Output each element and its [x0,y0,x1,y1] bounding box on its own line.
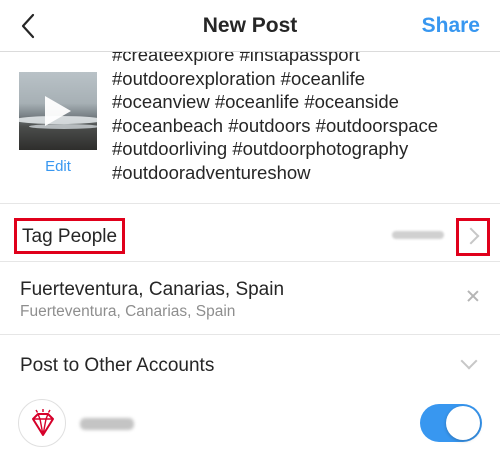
location-title: Fuerteventura, Canarias, Spain [20,279,285,300]
chevron-down-icon[interactable] [460,352,478,370]
avatar [18,399,66,447]
media-thumbnail[interactable] [19,72,97,150]
chevron-right-icon [462,227,480,245]
location-subtitle: Fuerteventura, Canarias, Spain [20,303,236,320]
toggle-knob [446,406,480,440]
post-to-other-accounts-row[interactable]: Post to Other Accounts [0,336,500,394]
caption-input[interactable]: #createexplore #instapassport #outdoorex… [112,52,492,184]
share-to-account-toggle[interactable] [420,404,482,442]
diamond-logo-icon [32,409,54,436]
tag-people-arrow[interactable] [456,218,490,256]
tag-people-label: Tag People [14,218,126,254]
top-nav-bar: New Post Share [0,0,500,52]
account-row [0,394,500,453]
edit-button[interactable]: Edit [19,158,97,175]
tagged-users-blurred [392,231,444,239]
close-icon[interactable] [464,287,482,305]
post-to-other-accounts-label: Post to Other Accounts [20,355,215,376]
tag-people-row[interactable]: Tag People [0,204,500,262]
play-icon [45,96,71,126]
share-button[interactable]: Share [422,14,480,38]
location-row[interactable]: Fuerteventura, Canarias, Spain Fuerteven… [0,263,500,335]
account-name-blurred [80,418,134,430]
caption-section: Edit #createexplore #instapassport #outd… [0,52,500,204]
